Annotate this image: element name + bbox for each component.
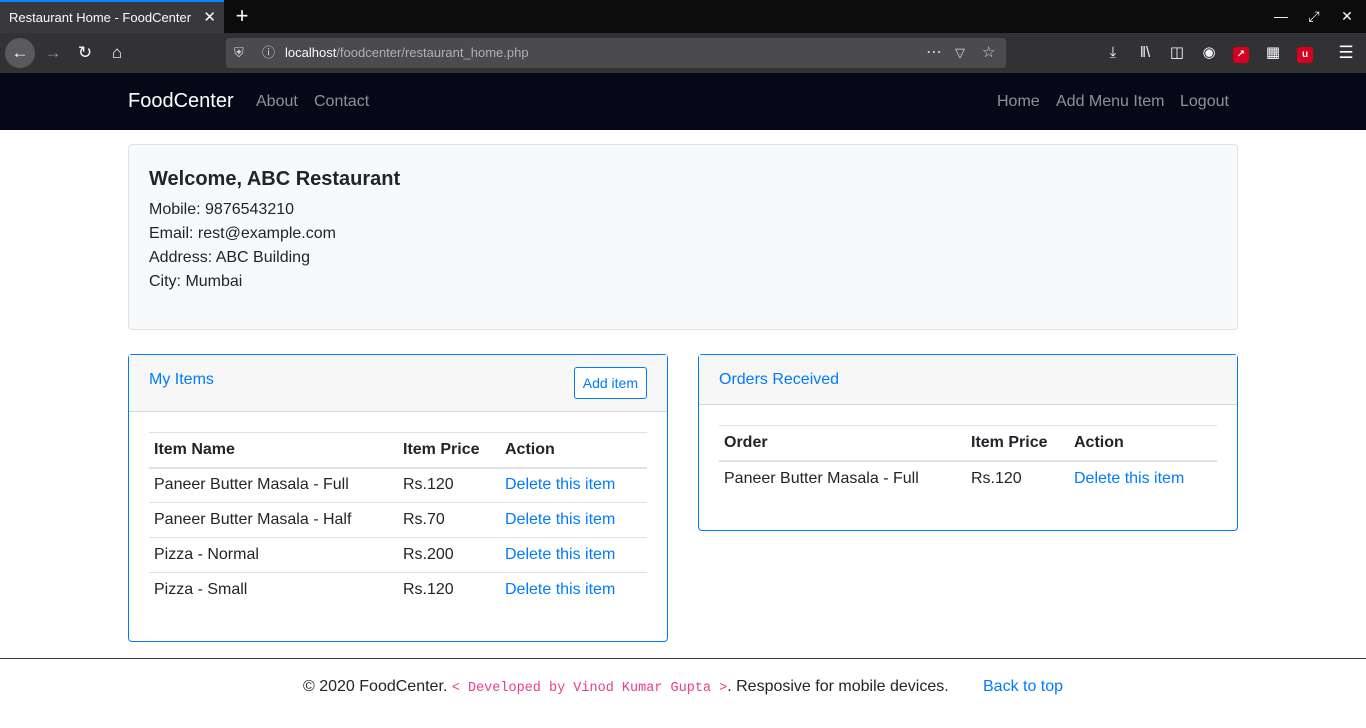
my-items-table: Item Name Item Price Action Paneer Butte… — [149, 432, 647, 608]
browser-tab[interactable]: Restaurant Home - FoodCenter ✕ — [0, 0, 224, 33]
orders-title: Orders Received — [719, 371, 840, 388]
email-text: Email: rest@example.com — [149, 225, 336, 242]
table-row: Paneer Butter Masala - Full Rs.120 Delet… — [149, 468, 647, 503]
column-header-order: Order — [719, 425, 966, 462]
item-price-cell: Rs.200 — [398, 537, 500, 573]
forward-arrow-icon[interactable]: → — [38, 38, 68, 68]
tab-close-icon[interactable]: ✕ — [203, 2, 216, 33]
item-price-cell: Rs.120 — [403, 476, 454, 494]
browser-tab-bar: Restaurant Home - FoodCenter ✕ + — ⤢ ✕ — [0, 0, 1366, 33]
column-header-item-price: Item Price — [398, 432, 500, 469]
account-icon[interactable]: ◉ — [1197, 38, 1221, 68]
back-to-top-link[interactable]: Back to top — [983, 678, 1063, 696]
developer-credit: < Developed by Vinod Kumar Gupta > — [451, 681, 728, 696]
my-items-card: My Items Add item Item Name Item Price A… — [128, 354, 668, 642]
menu-icon[interactable]: ☰ — [1334, 38, 1358, 68]
download-icon[interactable]: ⤓ — [1101, 38, 1125, 68]
tagline-text: . Resposive for mobile devices. — [727, 678, 949, 695]
city-text: City: Mumbai — [149, 273, 243, 290]
orders-header: Orders Received — [699, 355, 1237, 405]
restore-icon[interactable]: ⤢ — [1305, 8, 1323, 25]
url-host: localhost — [285, 45, 337, 60]
delete-item-link[interactable]: Delete this item — [505, 476, 615, 493]
my-items-header: My Items Add item — [129, 355, 667, 412]
order-name-cell: Paneer Butter Masala - Full — [724, 469, 919, 487]
my-items-title: My Items — [149, 371, 214, 388]
shield-icon[interactable]: ⛨ — [234, 38, 244, 68]
orders-card: Orders Received Order Item Price Action … — [698, 354, 1238, 531]
nav-contact[interactable]: Contact — [314, 73, 369, 130]
mobile-text: Mobile: 9876543210 — [149, 201, 295, 218]
table-row: Paneer Butter Masala - Full Rs.120 Delet… — [719, 461, 1217, 496]
url-text[interactable]: localhost/foodcenter/restaurant_home.php — [285, 38, 529, 68]
extension-grid-icon[interactable]: ▦ — [1261, 38, 1285, 68]
item-name-cell: Paneer Butter Masala - Full — [154, 476, 349, 494]
column-header-item-name: Item Name — [149, 432, 398, 469]
new-tab-icon[interactable]: + — [232, 4, 252, 28]
page-actions-icon[interactable]: ⋯ — [926, 38, 942, 68]
reload-icon[interactable]: ↻ — [70, 38, 100, 68]
column-header-action: Action — [500, 432, 647, 469]
copyright-text: © 2020 FoodCenter. — [303, 678, 452, 695]
delete-item-link[interactable]: Delete this item — [505, 546, 615, 563]
nav-about[interactable]: About — [256, 73, 298, 130]
address-text: Address: ABC Building — [149, 249, 310, 266]
welcome-heading: Welcome, ABC Restaurant — [149, 168, 401, 190]
nav-logout[interactable]: Logout — [1180, 73, 1229, 130]
column-header-action: Action — [1069, 425, 1217, 462]
extension-red-icon[interactable]: ↗ — [1229, 38, 1253, 68]
site-navbar: FoodCenter About Contact Home Add Menu I… — [0, 73, 1366, 130]
nav-home[interactable]: Home — [997, 73, 1040, 130]
pocket-icon[interactable]: ▽ — [955, 38, 965, 68]
footer: © 2020 FoodCenter. < Developed by Vinod … — [0, 658, 1366, 728]
minimize-icon[interactable]: — — [1272, 8, 1290, 24]
url-bar[interactable]: ⛨ ⓘ localhost/foodcenter/restaurant_home… — [226, 38, 1006, 68]
browser-toolbar: ← → ↻ ⌂ ⛨ ⓘ localhost/foodcenter/restaur… — [0, 33, 1366, 73]
delete-item-link[interactable]: Delete this item — [505, 581, 615, 598]
delete-item-link[interactable]: Delete this item — [505, 511, 615, 528]
tab-title: Restaurant Home - FoodCenter — [9, 10, 192, 25]
welcome-card: Welcome, ABC Restaurant Mobile: 98765432… — [128, 144, 1238, 330]
close-window-icon[interactable]: ✕ — [1338, 8, 1356, 25]
url-path: /foodcenter/restaurant_home.php — [336, 45, 529, 60]
brand-link[interactable]: FoodCenter — [128, 73, 234, 130]
column-header-item-price: Item Price — [966, 425, 1069, 462]
sidebar-icon[interactable]: ◫ — [1165, 38, 1189, 68]
table-row: Pizza - Small Rs.120 Delete this item — [149, 572, 647, 608]
table-row: Pizza - Normal Rs.200 Delete this item — [149, 537, 647, 573]
bookmark-star-icon[interactable]: ☆ — [982, 38, 995, 68]
item-name-cell: Pizza - Small — [149, 572, 398, 608]
item-price-cell: Rs.120 — [398, 572, 500, 608]
nav-add-menu-item[interactable]: Add Menu Item — [1056, 73, 1165, 130]
orders-table: Order Item Price Action Paneer Butter Ma… — [719, 425, 1217, 496]
info-icon[interactable]: ⓘ — [262, 38, 275, 68]
table-row: Paneer Butter Masala - Half Rs.70 Delete… — [149, 502, 647, 538]
delete-order-link[interactable]: Delete this item — [1074, 470, 1184, 487]
order-price-cell: Rs.120 — [971, 469, 1022, 487]
item-name-cell: Pizza - Normal — [149, 537, 398, 573]
library-icon[interactable]: ‖\ — [1133, 38, 1157, 68]
item-price-cell: Rs.70 — [398, 502, 500, 538]
extension-ublock-icon[interactable]: u — [1293, 38, 1317, 68]
add-item-button[interactable]: Add item — [573, 367, 647, 399]
footer-text: © 2020 FoodCenter. < Developed by Vinod … — [303, 678, 949, 696]
back-arrow-icon[interactable]: ← — [5, 38, 35, 68]
item-name-cell: Paneer Butter Masala - Half — [149, 502, 398, 538]
home-icon[interactable]: ⌂ — [102, 38, 132, 68]
